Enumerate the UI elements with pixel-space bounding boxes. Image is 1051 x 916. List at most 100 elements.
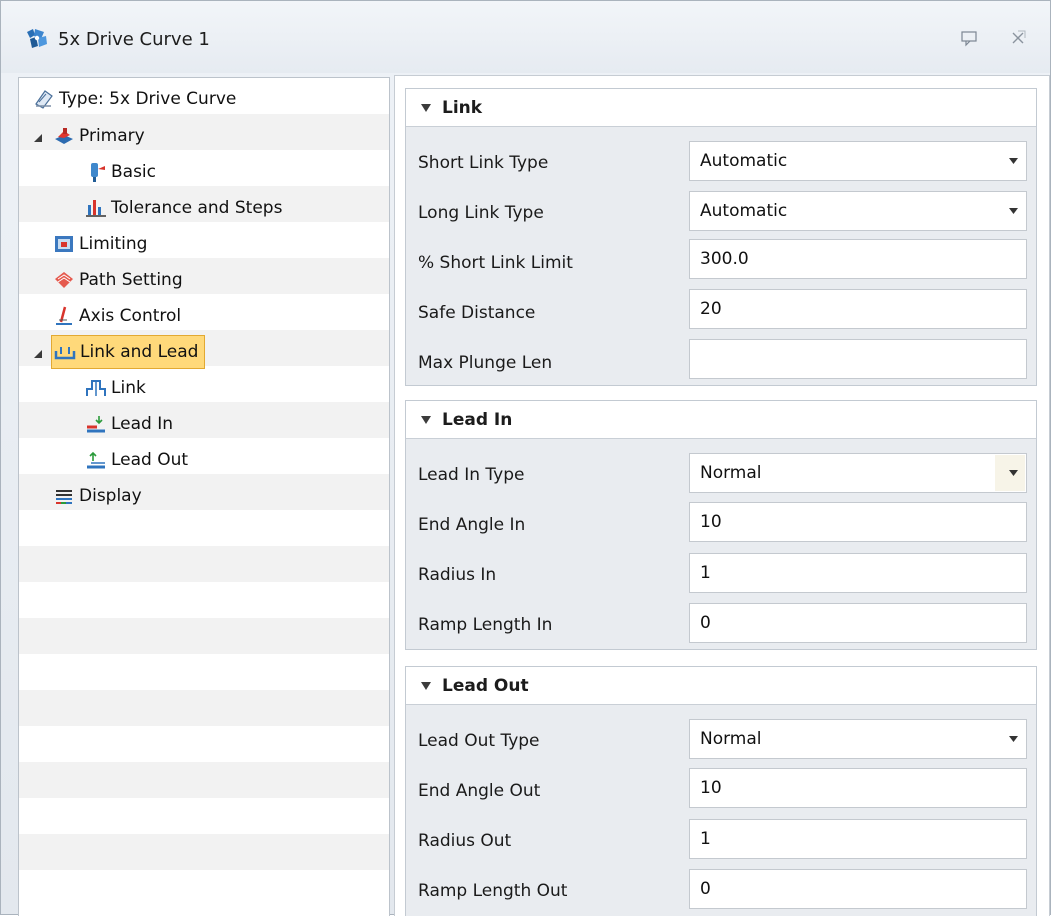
ramp-length-in-input[interactable] (700, 613, 1026, 633)
pin-icon[interactable] (960, 29, 978, 47)
ramp-length-out-input[interactable] (700, 879, 1026, 899)
end-angle-in-input[interactable] (700, 512, 1026, 532)
ramp-length-in-label: Ramp Length In (418, 615, 553, 635)
path-setting-icon (55, 272, 73, 288)
lead-out-section: Lead Out Lead Out Type Normal End Angle … (405, 666, 1037, 916)
collapse-triangle-icon[interactable] (33, 133, 43, 143)
tree-item-limiting[interactable]: Limiting (53, 227, 147, 261)
drive-curve-icon (27, 29, 47, 48)
short-link-limit-label: % Short Link Limit (418, 253, 573, 273)
tree-row (19, 366, 389, 402)
tree-row (19, 654, 389, 690)
lead-in-type-value: Normal (700, 463, 762, 483)
max-plunge-len-field[interactable] (689, 339, 1027, 379)
tree-row (19, 510, 389, 546)
end-angle-in-field[interactable] (689, 502, 1027, 542)
display-icon (56, 490, 72, 504)
short-link-type-value: Automatic (700, 151, 788, 171)
tree-item-type[interactable]: Type: 5x Drive Curve (33, 82, 236, 116)
max-plunge-len-input[interactable] (700, 349, 1026, 369)
tree-item-primary[interactable]: Primary (53, 119, 145, 153)
tree-item-lead-in[interactable]: Lead In (85, 407, 173, 441)
tree-item-display[interactable]: Display (53, 479, 142, 513)
tree-item-label: Type: 5x Drive Curve (59, 89, 237, 109)
end-angle-out-field[interactable] (689, 768, 1027, 808)
radius-out-input[interactable] (700, 829, 1026, 849)
axis-control-icon (56, 306, 72, 325)
lead-in-icon (87, 416, 105, 433)
navigation-tree: Type: 5x Drive Curve Primary Basic Toler… (18, 77, 390, 916)
tree-item-label: Link (111, 378, 146, 398)
tree-item-label: Link and Lead (80, 342, 199, 362)
primary-icon (55, 128, 73, 144)
long-link-type-label: Long Link Type (418, 203, 544, 223)
ramp-length-out-field[interactable] (689, 869, 1027, 909)
radius-in-field[interactable] (689, 553, 1027, 593)
end-angle-out-input[interactable] (700, 778, 1026, 798)
tree-item-path-setting[interactable]: Path Setting (53, 263, 183, 297)
safe-distance-field[interactable] (689, 289, 1027, 329)
dialog-window: 5x Drive Curve 1 Type: 5x Drive Curve Pr… (0, 0, 1051, 916)
radius-in-input[interactable] (700, 563, 1026, 583)
max-plunge-len-label: Max Plunge Len (418, 353, 553, 373)
tree-item-link-and-lead[interactable]: Link and Lead (51, 335, 206, 369)
type-icon (35, 90, 53, 109)
tree-row (19, 546, 389, 582)
short-link-limit-input[interactable] (700, 249, 1026, 269)
lead-in-type-label: Lead In Type (418, 465, 525, 485)
radius-out-field[interactable] (689, 819, 1027, 859)
tree-row (19, 798, 389, 834)
collapse-triangle-icon (421, 415, 431, 424)
tree-item-label: Tolerance and Steps (111, 198, 283, 218)
tree-item-label: Limiting (79, 234, 148, 254)
tree-row (19, 762, 389, 798)
tree-item-label: Display (79, 486, 142, 506)
long-link-type-value: Automatic (700, 201, 788, 221)
title-bar: 5x Drive Curve 1 (1, 1, 1050, 73)
radius-out-label: Radius Out (418, 831, 512, 851)
dropdown-arrow-icon (1009, 736, 1018, 742)
tree-item-basic[interactable]: Basic (85, 155, 156, 189)
link-lead-icon (54, 347, 76, 360)
tree-item-tolerance-and-steps[interactable]: Tolerance and Steps (85, 191, 282, 225)
link-section-header[interactable]: Link (406, 89, 1036, 127)
lead-out-type-label: Lead Out Type (418, 731, 540, 751)
lead-out-type-value: Normal (700, 729, 762, 749)
safe-distance-input[interactable] (700, 299, 1026, 319)
short-link-type-dropdown[interactable]: Automatic (689, 141, 1027, 181)
tree-item-label: Path Setting (79, 270, 183, 290)
link-icon (86, 380, 106, 396)
tree-item-axis-control[interactable]: Axis Control (53, 299, 181, 333)
collapse-triangle-icon (421, 103, 431, 112)
link-section: Link Short Link Type Automatic Long Link… (405, 88, 1037, 386)
tree-row (19, 438, 389, 474)
tree-row (19, 402, 389, 438)
ramp-length-in-field[interactable] (689, 603, 1027, 643)
lead-out-section-header[interactable]: Lead Out (406, 667, 1036, 705)
tree-item-link[interactable]: Link (85, 371, 146, 405)
lead-out-type-dropdown[interactable]: Normal (689, 719, 1027, 759)
collapse-triangle-icon[interactable] (33, 349, 43, 359)
lead-in-section-header[interactable]: Lead In (406, 401, 1036, 439)
tolerance-icon (86, 200, 106, 217)
long-link-type-dropdown[interactable]: Automatic (689, 191, 1027, 231)
tree-row (19, 870, 389, 906)
ramp-length-out-label: Ramp Length Out (418, 881, 568, 901)
tree-item-lead-out[interactable]: Lead Out (85, 443, 188, 477)
short-link-type-label: Short Link Type (418, 153, 549, 173)
limiting-icon (55, 236, 73, 252)
end-angle-in-label: End Angle In (418, 515, 526, 535)
tree-row (19, 582, 389, 618)
close-icon[interactable] (1009, 29, 1027, 47)
dropdown-arrow-icon (1009, 470, 1018, 476)
short-link-limit-field[interactable] (689, 239, 1027, 279)
section-title: Lead In (442, 409, 513, 430)
lead-in-type-dropdown[interactable]: Normal (689, 453, 1027, 493)
section-title: Link (442, 97, 483, 118)
tree-item-label: Axis Control (79, 306, 182, 326)
lead-out-icon (87, 451, 105, 469)
tree-row (19, 726, 389, 762)
tree-row (19, 690, 389, 726)
tree-item-label: Lead In (111, 414, 174, 434)
tree-row (19, 618, 389, 654)
